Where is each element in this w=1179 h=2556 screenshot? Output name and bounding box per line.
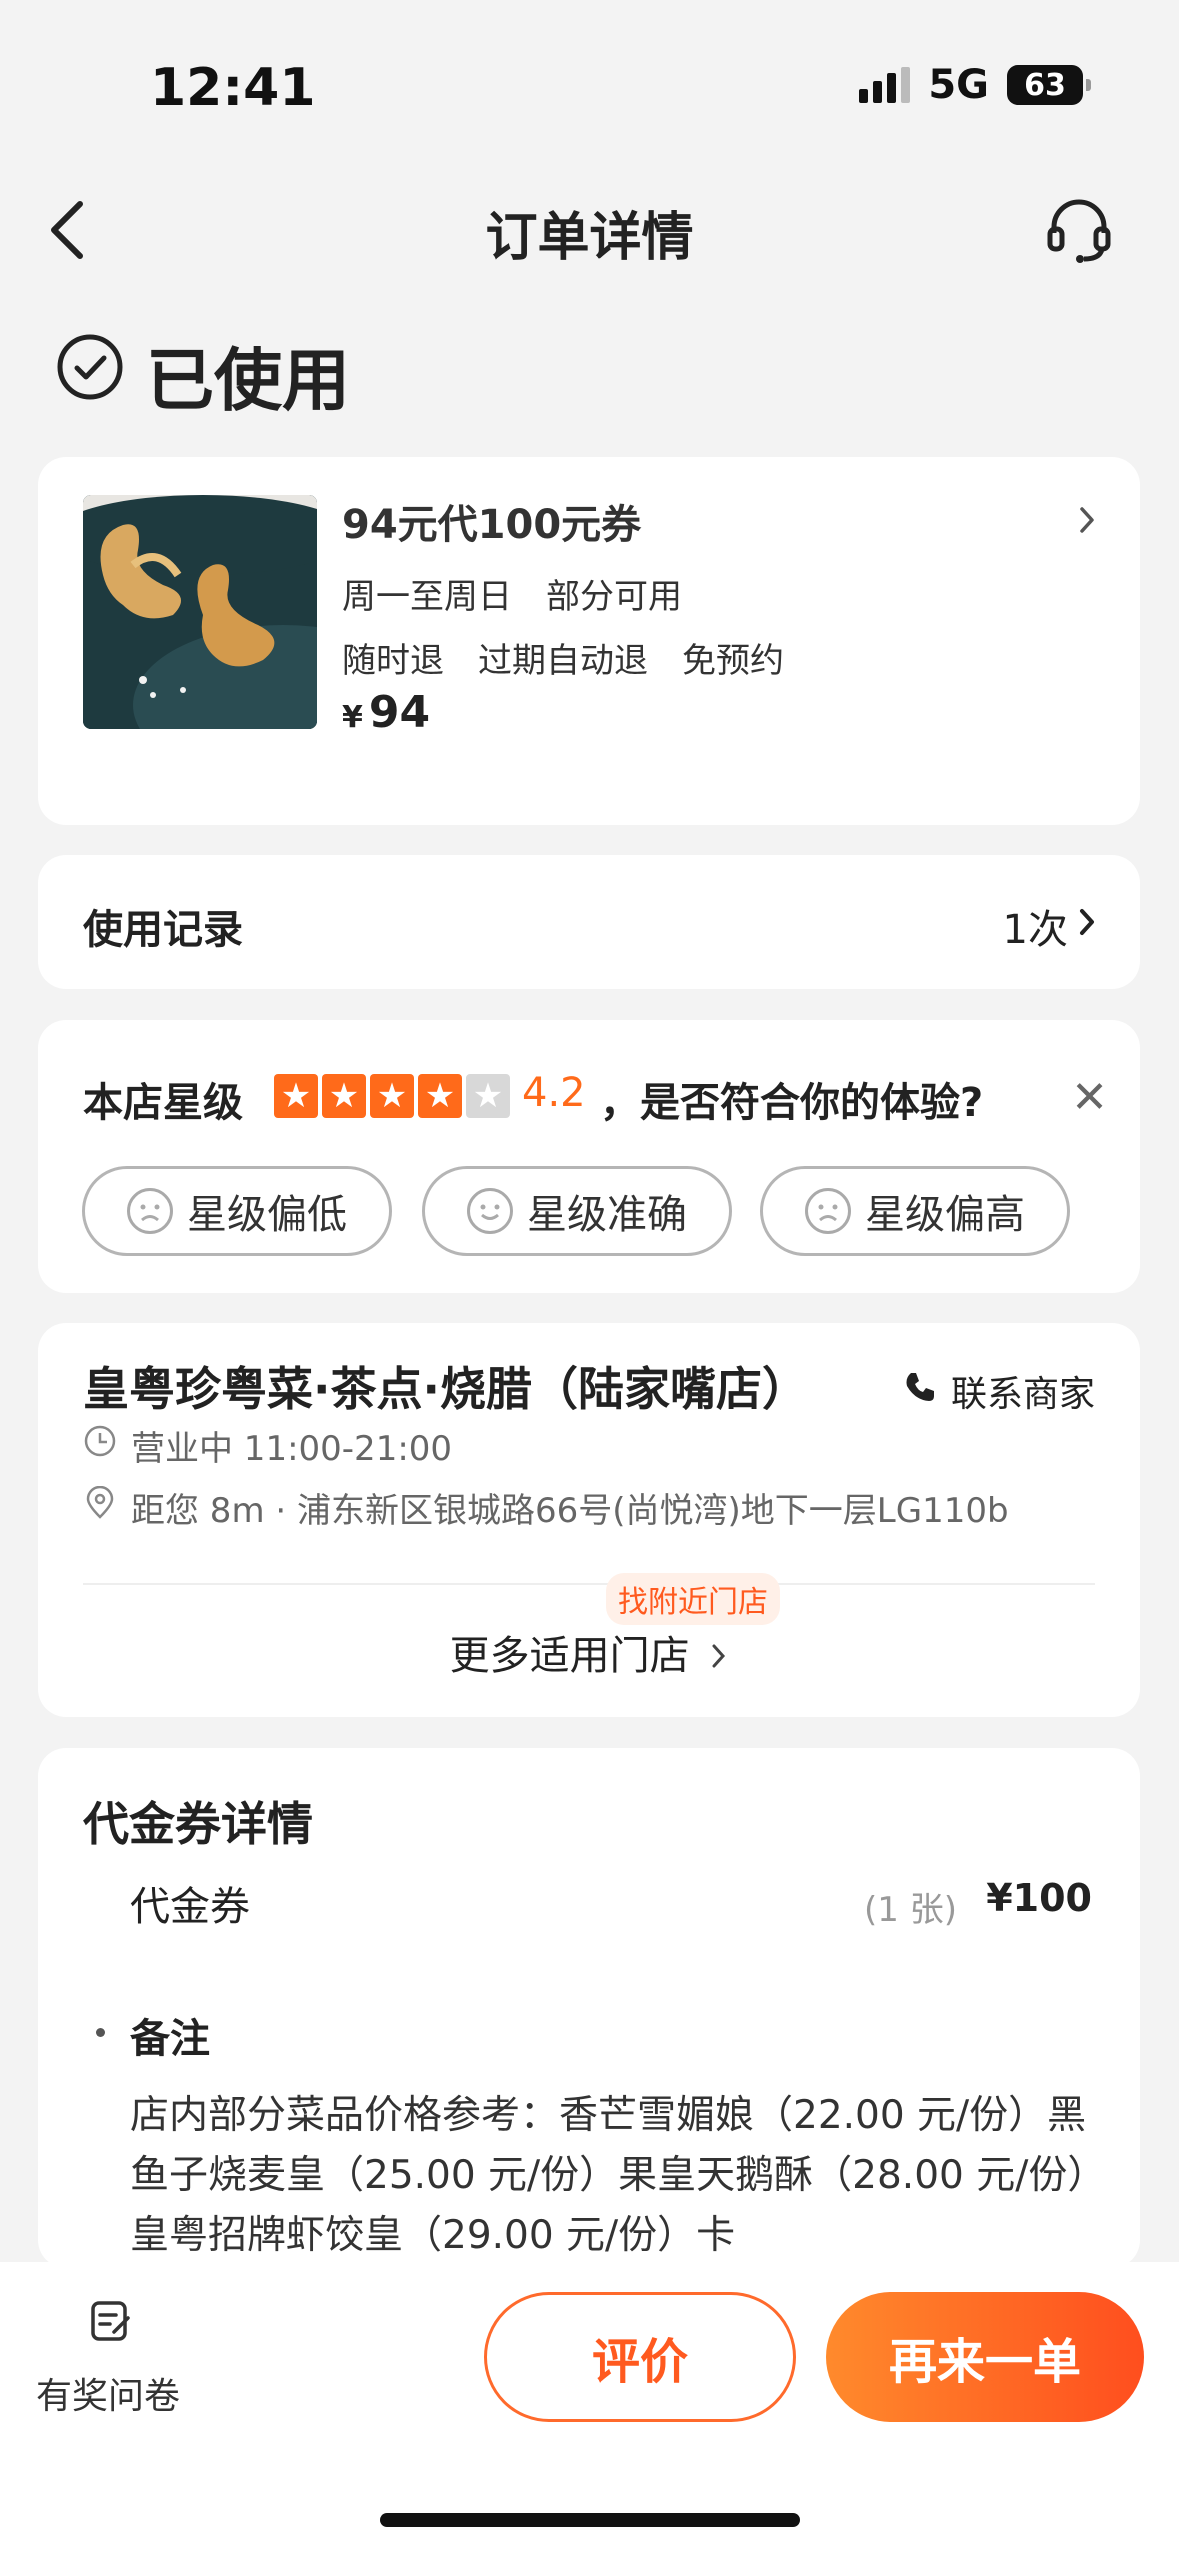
address-text: 距您 8m · 浦东新区银城路66号(尚悦湾)地下一层LG110b — [131, 1491, 1009, 1531]
rating-option-label: 星级偏高 — [865, 1192, 1025, 1238]
survey-label[interactable]: 有奖问卷 — [36, 2367, 180, 2419]
page-title: 订单详情 — [485, 208, 694, 268]
deal-title: 94元代100元券 — [342, 502, 642, 548]
smile-face-icon — [467, 1188, 513, 1234]
more-stores-label: 更多适用门店 — [449, 1633, 690, 1679]
clock-icon — [83, 1424, 117, 1467]
hours-text: 营业中 11:00-21:00 — [131, 1429, 453, 1469]
chevron-right-icon — [1076, 503, 1098, 537]
frown-face-icon — [127, 1188, 173, 1234]
deal-price-value: 94 — [368, 687, 431, 738]
home-indicator — [380, 2513, 800, 2527]
frown-face-icon — [805, 1188, 851, 1234]
bullet-dot — [96, 2028, 105, 2037]
star-icon: ★ — [418, 1074, 462, 1118]
battery-icon: 63 — [1007, 65, 1091, 105]
battery-level: 63 — [1024, 67, 1066, 103]
usage-label: 使用记录 — [83, 907, 243, 953]
nearby-badge: 找附近门店 — [606, 1573, 780, 1625]
network-label: 5G — [928, 62, 989, 108]
rating-accurate-button[interactable]: 星级准确 — [422, 1166, 732, 1256]
headset-icon[interactable] — [1044, 195, 1114, 265]
deal-price: ¥94 — [342, 687, 430, 738]
rating-high-button[interactable]: 星级偏高 — [760, 1166, 1070, 1256]
note-title: 备注 — [130, 2016, 210, 2062]
shop-card: 皇粤珍粤菜·茶点·烧腊（陆家嘴店） 联系商家 营业中 11:00-21:00 距… — [38, 1323, 1140, 1717]
rating-question: ，是否符合你的体验? — [600, 1080, 984, 1126]
signal-icon — [859, 67, 911, 103]
bottom-action-bar: 有奖问卷 评价 再来一单 — [0, 2262, 1179, 2556]
star-icon: ★ — [466, 1074, 510, 1118]
rating-feedback-card: 本店星级 ★ ★ ★ ★ ★ 4.2 ，是否符合你的体验? ✕ 星级偏低 星级准… — [38, 1020, 1140, 1293]
rating-low-button[interactable]: 星级偏低 — [82, 1166, 392, 1256]
voucher-details-card: 代金券详情 代金券 (1 张) ¥100 备注 店内部分菜品价格参考：香芒雪媚娘… — [38, 1748, 1140, 2268]
close-icon[interactable]: ✕ — [1071, 1072, 1108, 1123]
location-pin-icon — [83, 1485, 117, 1529]
shop-name[interactable]: 皇粤珍粤菜·茶点·烧腊（陆家嘴店） — [83, 1353, 808, 1419]
contact-label: 联系商家 — [950, 1374, 1095, 1415]
rating-option-label: 星级偏低 — [187, 1192, 347, 1238]
usage-count: 1次 — [1002, 907, 1068, 953]
deal-policies: 随时退 过期自动退 免预约 — [342, 641, 784, 681]
more-stores-link[interactable]: 更多适用门店 — [38, 1623, 1140, 1681]
currency-symbol: ¥ — [342, 700, 363, 735]
voucher-price: ¥100 — [986, 1876, 1092, 1920]
voucher-quantity: (1 张) — [864, 1890, 957, 1930]
deal-availability: 周一至周日 部分可用 — [342, 577, 682, 617]
check-circle-icon — [56, 333, 124, 401]
chevron-right-icon — [1076, 905, 1098, 939]
reorder-button[interactable]: 再来一单 — [826, 2292, 1144, 2422]
rating-option-label: 星级准确 — [527, 1192, 687, 1238]
voucher-section-title: 代金券详情 — [83, 1797, 313, 1851]
chevron-right-icon — [710, 1635, 728, 1681]
star-rating: ★ ★ ★ ★ ★ — [274, 1074, 510, 1118]
note-text: 店内部分菜品价格参考：香芒雪媚娘（22.00 元/份）黑鱼子烧麦皇（25.00 … — [130, 2093, 1107, 2258]
order-status: 已使用 — [146, 342, 351, 421]
divider — [83, 1583, 1095, 1585]
star-icon: ★ — [274, 1074, 318, 1118]
review-button[interactable]: 评价 — [484, 2292, 796, 2422]
survey-icon[interactable] — [88, 2298, 134, 2344]
star-icon: ★ — [370, 1074, 414, 1118]
usage-record-row[interactable]: 使用记录 1次 — [38, 855, 1140, 989]
rating-score: 4.2 — [522, 1070, 586, 1116]
shop-hours: 营业中 11:00-21:00 — [83, 1421, 452, 1470]
voucher-item-name: 代金券 — [130, 1884, 250, 1930]
shop-address[interactable]: 距您 8m · 浦东新区银城路66号(尚悦湾)地下一层LG110b — [83, 1483, 1009, 1532]
star-icon: ★ — [322, 1074, 366, 1118]
phone-icon — [903, 1370, 937, 1413]
status-indicators: 5G 63 — [859, 62, 1091, 108]
deal-card[interactable]: 94元代100元券 周一至周日 部分可用 随时退 过期自动退 免预约 ¥94 — [38, 457, 1140, 825]
contact-merchant-button[interactable]: 联系商家 — [903, 1365, 1095, 1417]
rating-prefix: 本店星级 — [83, 1080, 243, 1126]
status-time: 12:41 — [150, 58, 316, 118]
deal-image — [83, 495, 317, 729]
